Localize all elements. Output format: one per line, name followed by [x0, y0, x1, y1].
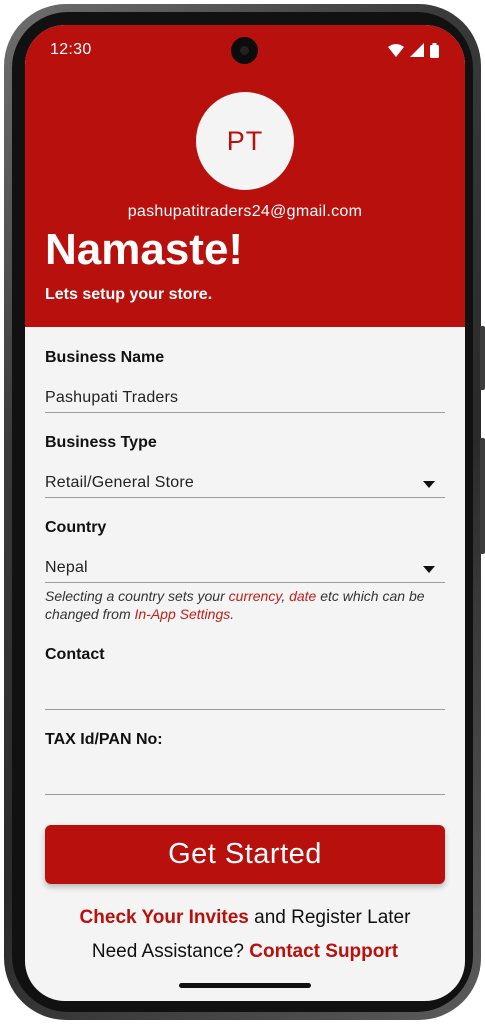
hint-comma: ,: [281, 588, 290, 604]
chevron-down-icon[interactable]: [423, 481, 435, 488]
status-icons: [388, 42, 439, 58]
contact-field[interactable]: [45, 680, 445, 706]
country-label: Country: [45, 519, 107, 536]
battery-icon: [430, 42, 439, 58]
hint-settings-link[interactable]: In-App Settings: [135, 606, 231, 622]
signal-icon: [410, 43, 424, 57]
header: 12:30 PT pashupatitraders24@gmail.com Na…: [25, 25, 465, 327]
tax-id-underline: [45, 794, 445, 795]
user-email: pashupatitraders24@gmail.com: [127, 203, 363, 220]
tax-id-field[interactable]: [45, 765, 445, 791]
invites-line: Check Your Invites and Register Later: [25, 907, 465, 929]
volume-button: [480, 326, 485, 390]
home-indicator[interactable]: [179, 983, 311, 988]
avatar[interactable]: PT: [196, 92, 294, 190]
power-button: [480, 438, 485, 554]
check-invites-link[interactable]: Check Your Invites: [80, 907, 249, 928]
business-type-select[interactable]: Retail/General Store: [45, 474, 194, 492]
assistance-line: Need Assistance? Contact Support: [25, 941, 465, 963]
status-bar: 12:30: [25, 25, 465, 73]
chevron-down-icon[interactable]: [423, 566, 435, 573]
page-title: Namaste!: [45, 225, 244, 274]
business-name-field[interactable]: Pashupati Traders: [45, 389, 178, 407]
country-select[interactable]: Nepal: [45, 559, 88, 577]
hint-date: date: [289, 588, 317, 604]
business-type-underline: [45, 497, 445, 498]
app-screen: 12:30 PT pashupatitraders24@gmail.com Na…: [25, 25, 465, 1001]
contact-label: Contact: [45, 646, 105, 663]
contact-support-link[interactable]: Contact Support: [249, 941, 398, 962]
hint-text: Selecting a country sets your: [45, 588, 229, 604]
need-assistance-text: Need Assistance?: [91, 941, 250, 962]
country-hint: Selecting a country sets your currency, …: [45, 587, 435, 623]
status-time: 12:30: [50, 41, 92, 58]
tax-id-label: TAX Id/PAN No:: [45, 731, 163, 748]
wifi-icon: [388, 43, 404, 57]
hint-currency: currency: [228, 588, 282, 604]
register-later-text: and Register Later: [248, 907, 411, 928]
phone-frame: 12:30 PT pashupatitraders24@gmail.com Na…: [4, 4, 485, 1020]
business-name-label: Business Name: [45, 349, 165, 366]
hint-period: .: [230, 606, 235, 622]
country-underline: [45, 582, 445, 583]
front-camera: [231, 37, 258, 64]
business-type-label: Business Type: [45, 434, 157, 451]
page-subtitle: Lets setup your store.: [45, 286, 213, 303]
get-started-button[interactable]: Get Started: [45, 825, 445, 884]
contact-underline: [45, 709, 445, 710]
business-name-underline: [45, 412, 445, 413]
